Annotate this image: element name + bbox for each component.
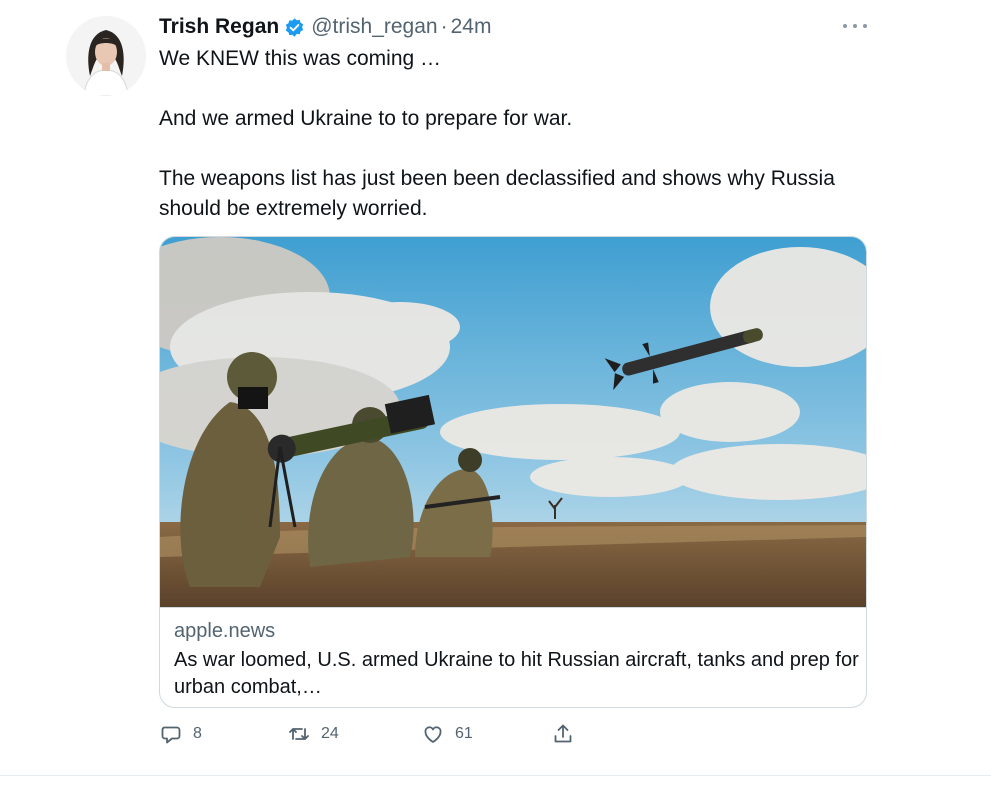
retweet-icon — [289, 728, 309, 740]
reply-count: 8 — [193, 725, 202, 742]
card-domain: apple.news — [174, 620, 276, 642]
share-icon — [554, 724, 572, 743]
like-button[interactable]: 61 — [421, 720, 473, 748]
author-name[interactable]: Trish Regan — [159, 15, 279, 39]
tweet-text-line: And we armed Ukraine to to prepare for w… — [159, 107, 573, 130]
tweet-actions: 8 24 61 — [159, 720, 599, 748]
link-card[interactable]: apple.news As war loomed, U.S. armed Ukr… — [159, 236, 867, 708]
more-icon[interactable] — [843, 16, 867, 36]
avatar-image — [66, 16, 146, 96]
tweet-text-line: We KNEW this was coming … — [159, 47, 442, 70]
reply-icon — [161, 726, 181, 744]
tweet-header: Trish Regan @trish_regan · 24m — [159, 12, 491, 42]
like-count: 61 — [455, 725, 473, 742]
retweet-count: 24 — [321, 725, 339, 742]
avatar[interactable] — [66, 16, 146, 96]
like-icon — [424, 726, 442, 743]
separator-dot: · — [440, 15, 448, 38]
verified-badge-icon — [284, 17, 305, 38]
tweet-text-line: The weapons list has just been been decl… — [159, 167, 835, 220]
card-image[interactable] — [160, 237, 866, 607]
retweet-button[interactable]: 24 — [287, 720, 339, 748]
tweet-divider — [0, 775, 991, 776]
tweet-text: We KNEW this was coming … And we armed U… — [159, 44, 879, 224]
timestamp[interactable]: 24m — [451, 15, 492, 39]
card-body[interactable]: apple.news As war loomed, U.S. armed Ukr… — [160, 607, 866, 707]
author-handle[interactable]: @trish_regan — [311, 15, 437, 39]
reply-button[interactable]: 8 — [159, 720, 202, 748]
share-button[interactable] — [551, 720, 575, 748]
tweet[interactable]: Trish Regan @trish_regan · 24m We KNEW t… — [0, 0, 991, 777]
card-title: As war loomed, U.S. armed Ukraine to hit… — [174, 649, 859, 698]
